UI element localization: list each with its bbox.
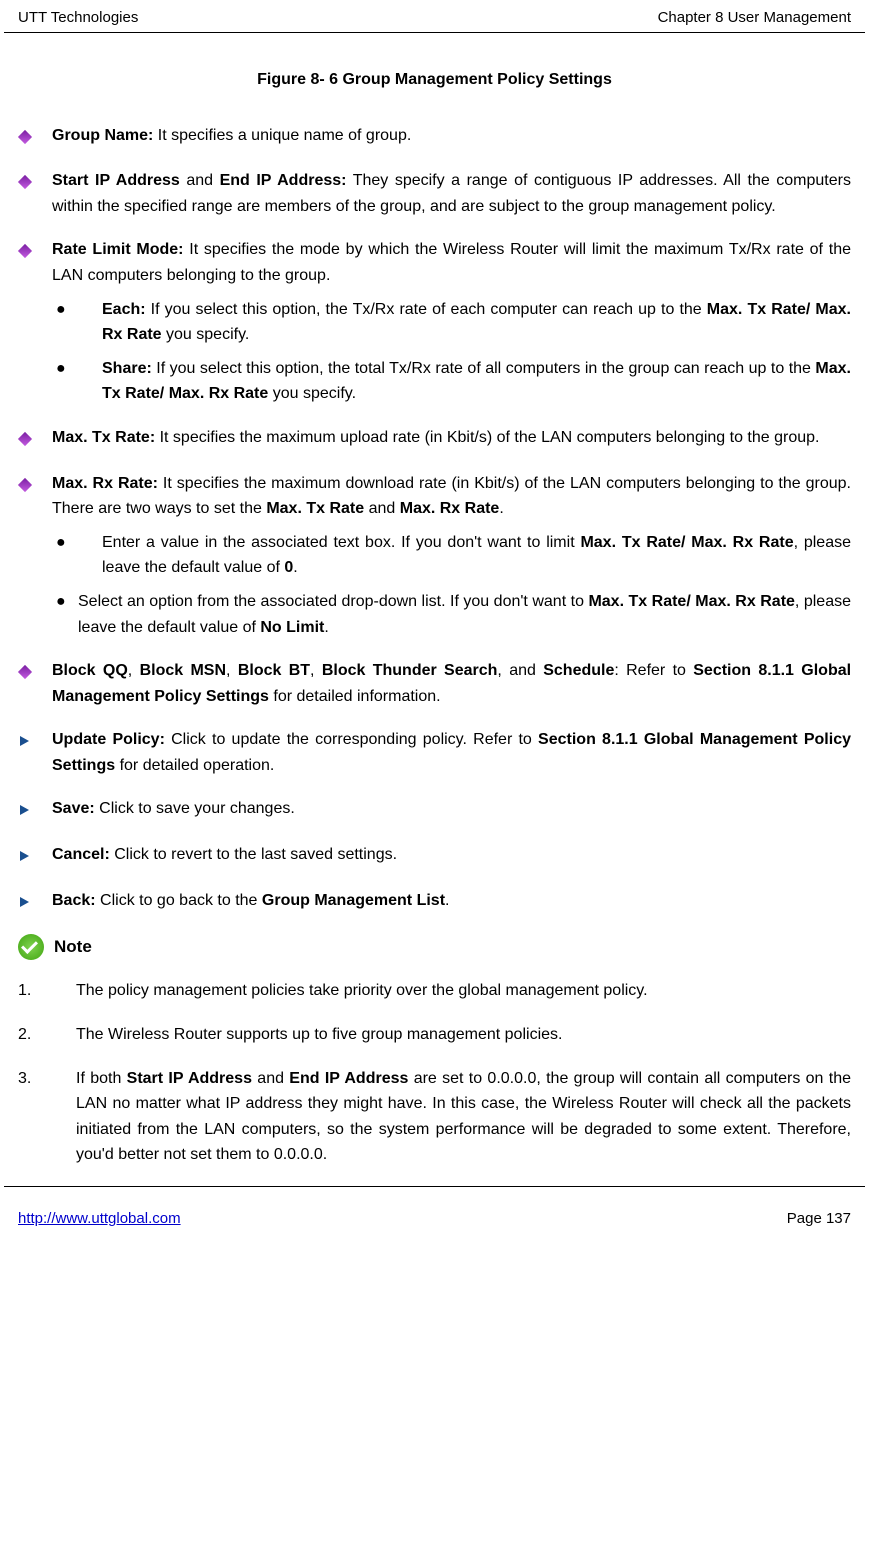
triangle-icon bbox=[18, 727, 52, 778]
save-text: Save: Click to save your changes. bbox=[52, 796, 851, 824]
update-text: Update Policy: Click to update the corre… bbox=[52, 727, 851, 778]
share-text: Share: If you select this option, the to… bbox=[102, 356, 851, 407]
main-content: Group Name: It specifies a unique name o… bbox=[0, 123, 869, 1168]
dot-icon: ● bbox=[56, 297, 102, 348]
bullet-back: Back: Click to go back to the Group Mana… bbox=[18, 888, 851, 916]
enter-value-text: Enter a value in the associated text box… bbox=[102, 530, 851, 581]
sub-bullet-select-option: ● Select an option from the associated d… bbox=[56, 589, 851, 640]
bullet-group-name: Group Name: It specifies a unique name o… bbox=[18, 123, 851, 151]
each-text: Each: If you select this option, the Tx/… bbox=[102, 297, 851, 348]
note-text-2: The Wireless Router supports up to five … bbox=[76, 1022, 851, 1048]
group-name-text: Group Name: It specifies a unique name o… bbox=[52, 123, 851, 151]
select-option-text: Select an option from the associated dro… bbox=[78, 589, 851, 640]
dot-icon: ● bbox=[56, 589, 78, 640]
bullet-block-features: Block QQ, Block MSN, Block BT, Block Thu… bbox=[18, 658, 851, 709]
figure-caption: Figure 8- 6 Group Management Policy Sett… bbox=[0, 67, 869, 93]
sub-bullet-each: ● Each: If you select this option, the T… bbox=[56, 297, 851, 348]
diamond-icon bbox=[18, 123, 52, 151]
note-label: Note bbox=[54, 933, 92, 960]
max-rx-text: Max. Rx Rate: It specifies the maximum d… bbox=[52, 471, 851, 522]
footer-divider bbox=[4, 1186, 865, 1187]
check-icon bbox=[18, 934, 44, 960]
note-number: 1. bbox=[18, 978, 76, 1004]
note-text-3: If both Start IP Address and End IP Addr… bbox=[76, 1066, 851, 1168]
bullet-ip-address: Start IP Address and End IP Address: The… bbox=[18, 168, 851, 219]
bullet-rate-mode: Rate Limit Mode: It specifies the mode b… bbox=[18, 237, 851, 288]
max-tx-text: Max. Tx Rate: It specifies the maximum u… bbox=[52, 425, 851, 453]
back-text: Back: Click to go back to the Group Mana… bbox=[52, 888, 851, 916]
note-item-1: 1. The policy management policies take p… bbox=[18, 978, 851, 1004]
header-divider bbox=[4, 32, 865, 33]
ip-address-text: Start IP Address and End IP Address: The… bbox=[52, 168, 851, 219]
note-item-3: 3. If both Start IP Address and End IP A… bbox=[18, 1066, 851, 1168]
diamond-icon bbox=[18, 237, 52, 288]
block-text: Block QQ, Block MSN, Block BT, Block Thu… bbox=[52, 658, 851, 709]
triangle-icon bbox=[18, 796, 52, 824]
footer-url[interactable]: http://www.uttglobal.com bbox=[18, 1207, 181, 1231]
header-left: UTT Technologies bbox=[18, 6, 138, 30]
sub-bullet-share: ● Share: If you select this option, the … bbox=[56, 356, 851, 407]
diamond-icon bbox=[18, 471, 52, 522]
cancel-text: Cancel: Click to revert to the last save… bbox=[52, 842, 851, 870]
triangle-icon bbox=[18, 888, 52, 916]
note-item-2: 2. The Wireless Router supports up to fi… bbox=[18, 1022, 851, 1048]
bullet-max-rx: Max. Rx Rate: It specifies the maximum d… bbox=[18, 471, 851, 522]
triangle-icon bbox=[18, 842, 52, 870]
note-number: 3. bbox=[18, 1066, 76, 1168]
note-number: 2. bbox=[18, 1022, 76, 1048]
diamond-icon bbox=[18, 425, 52, 453]
dot-icon: ● bbox=[56, 530, 102, 581]
diamond-icon bbox=[18, 168, 52, 219]
bullet-max-tx: Max. Tx Rate: It specifies the maximum u… bbox=[18, 425, 851, 453]
header-right: Chapter 8 User Management bbox=[658, 6, 851, 30]
note-header: Note bbox=[18, 933, 851, 960]
page-header: UTT Technologies Chapter 8 User Manageme… bbox=[0, 0, 869, 32]
note-text-1: The policy management policies take prio… bbox=[76, 978, 851, 1004]
diamond-icon bbox=[18, 658, 52, 709]
bullet-save: Save: Click to save your changes. bbox=[18, 796, 851, 824]
rate-mode-text: Rate Limit Mode: It specifies the mode b… bbox=[52, 237, 851, 288]
bullet-cancel: Cancel: Click to revert to the last save… bbox=[18, 842, 851, 870]
dot-icon: ● bbox=[56, 356, 102, 407]
sub-bullet-enter-value: ● Enter a value in the associated text b… bbox=[56, 530, 851, 581]
page-number: Page 137 bbox=[787, 1207, 851, 1231]
page-footer: http://www.uttglobal.com Page 137 bbox=[0, 1203, 869, 1241]
bullet-update-policy: Update Policy: Click to update the corre… bbox=[18, 727, 851, 778]
